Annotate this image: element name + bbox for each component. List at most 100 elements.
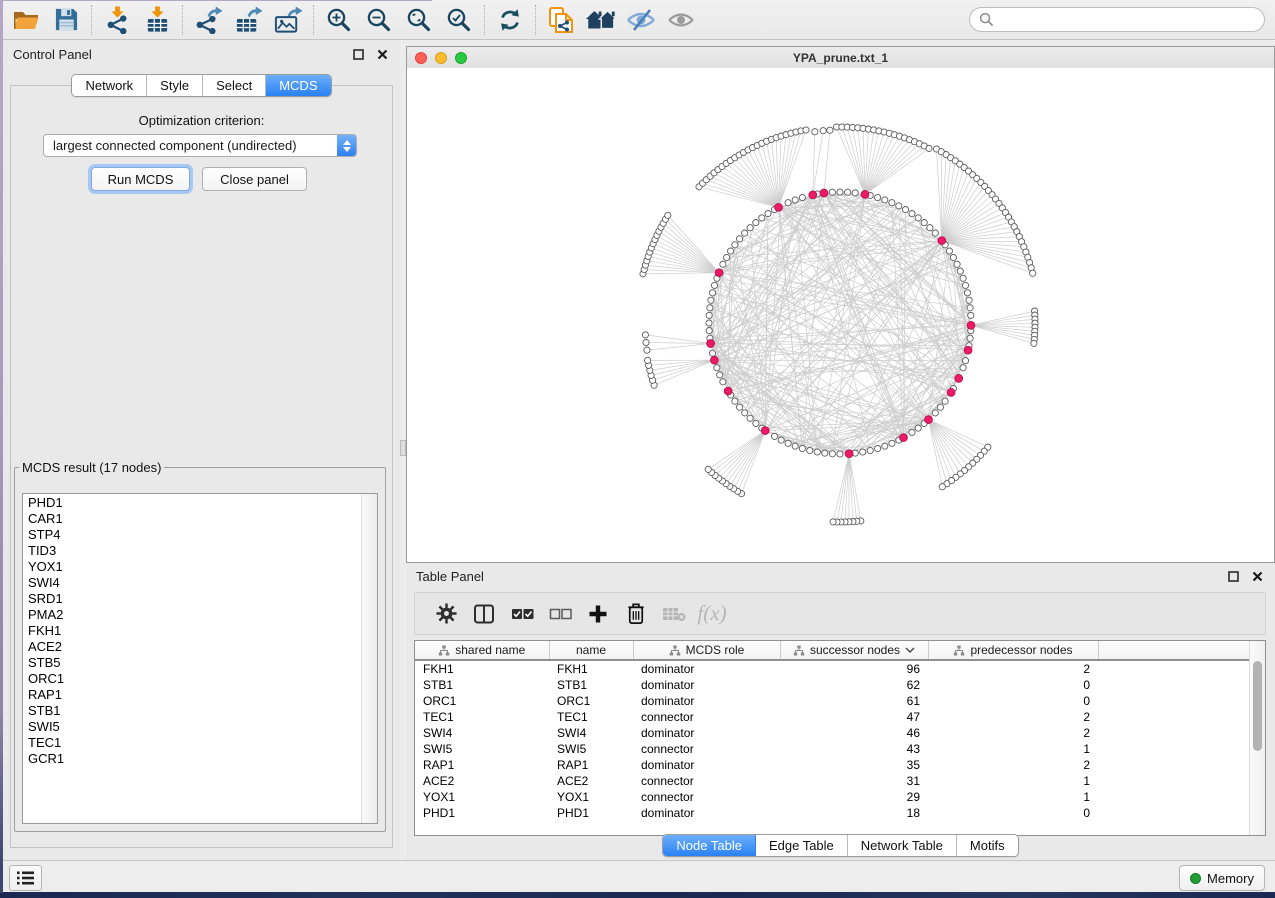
cell[interactable]: 35 — [780, 757, 928, 773]
refresh-button[interactable] — [490, 3, 530, 37]
cell[interactable]: dominator — [633, 805, 780, 821]
table-row[interactable]: ORC1ORC1dominator610 — [415, 693, 1252, 709]
show-all-button[interactable] — [661, 3, 701, 37]
node-table[interactable]: shared namenameMCDS rolesuccessor nodesp… — [414, 640, 1266, 836]
close-panel-button[interactable]: Close panel — [202, 167, 307, 191]
table-row[interactable]: SWI5SWI5connector431 — [415, 741, 1252, 757]
mcds-result-item[interactable]: PMA2 — [23, 607, 361, 623]
cell[interactable]: PHD1 — [415, 805, 549, 821]
mcds-result-item[interactable]: TEC1 — [23, 735, 361, 751]
cell[interactable]: STB1 — [415, 677, 549, 693]
cell[interactable]: FKH1 — [549, 660, 633, 677]
cell[interactable]: 2 — [928, 725, 1098, 741]
tab-motifs[interactable]: Motifs — [957, 835, 1018, 856]
table-row[interactable]: RAP1RAP1dominator352 — [415, 757, 1252, 773]
task-history-button[interactable] — [9, 865, 42, 891]
save-button[interactable] — [46, 3, 86, 37]
mcds-result-item[interactable]: TID3 — [23, 543, 361, 559]
cell[interactable]: 2 — [928, 660, 1098, 677]
network-window-titlebar[interactable]: YPA_prune.txt_1 — [407, 47, 1274, 69]
cell[interactable]: SWI4 — [415, 725, 549, 741]
cell[interactable]: 61 — [780, 693, 928, 709]
search-box[interactable] — [969, 7, 1265, 32]
table-row[interactable]: ACE2ACE2connector311 — [415, 773, 1252, 789]
cell[interactable]: YOX1 — [415, 789, 549, 805]
sort-chevron-icon[interactable] — [905, 647, 915, 653]
add-column-button[interactable] — [579, 596, 617, 632]
table-scrollbar[interactable] — [1249, 641, 1265, 835]
hide-selected-button[interactable] — [621, 3, 661, 37]
zoom-in-button[interactable] — [319, 3, 359, 37]
run-mcds-button[interactable]: Run MCDS — [91, 167, 190, 191]
mcds-result-item[interactable]: FKH1 — [23, 623, 361, 639]
delete-column-button[interactable] — [617, 596, 655, 632]
mcds-result-item[interactable]: STP4 — [23, 527, 361, 543]
tab-network-table[interactable]: Network Table — [848, 835, 957, 856]
cell[interactable]: RAP1 — [415, 757, 549, 773]
cell[interactable]: 1 — [928, 773, 1098, 789]
export-table-button[interactable] — [228, 3, 268, 37]
table-row[interactable]: STB1STB1dominator620 — [415, 677, 1252, 693]
mcds-result-item[interactable]: SWI4 — [23, 575, 361, 591]
cell[interactable]: TEC1 — [549, 709, 633, 725]
cell[interactable]: 31 — [780, 773, 928, 789]
search-input[interactable] — [1000, 9, 1264, 31]
tab-select[interactable]: Select — [203, 75, 266, 96]
cell[interactable]: 0 — [928, 693, 1098, 709]
show-columns-button[interactable] — [465, 596, 503, 632]
column-header-MCDS-role[interactable]: MCDS role — [633, 641, 780, 660]
cell[interactable]: 2 — [928, 709, 1098, 725]
criterion-dropdown[interactable]: largest connected component (undirected) — [43, 134, 357, 157]
cell[interactable]: 62 — [780, 677, 928, 693]
cell[interactable]: dominator — [633, 693, 780, 709]
column-header-predecessor-nodes[interactable]: predecessor nodes — [928, 641, 1098, 660]
cell[interactable]: dominator — [633, 677, 780, 693]
mcds-result-list[interactable]: PHD1CAR1STP4TID3YOX1SWI4SRD1PMA2FKH1ACE2… — [22, 493, 378, 824]
mcds-result-item[interactable]: SWI5 — [23, 719, 361, 735]
cell[interactable]: dominator — [633, 660, 780, 677]
cell[interactable]: STB1 — [549, 677, 633, 693]
mcds-result-item[interactable]: ACE2 — [23, 639, 361, 655]
cell[interactable]: 96 — [780, 660, 928, 677]
network-canvas[interactable] — [407, 68, 1274, 562]
column-header-name[interactable]: name — [549, 641, 633, 660]
cell[interactable]: RAP1 — [549, 757, 633, 773]
cell[interactable]: connector — [633, 773, 780, 789]
cell[interactable]: SWI5 — [549, 741, 633, 757]
open-button[interactable] — [6, 3, 46, 37]
mcds-result-item[interactable]: STB5 — [23, 655, 361, 671]
zoom-fit-button[interactable] — [399, 3, 439, 37]
table-scrollbar-thumb[interactable] — [1253, 661, 1262, 751]
cell[interactable]: 29 — [780, 789, 928, 805]
table-row[interactable]: YOX1YOX1connector291 — [415, 789, 1252, 805]
tab-network[interactable]: Network — [72, 75, 147, 96]
cell[interactable]: 2 — [928, 757, 1098, 773]
result-list-scrollbar[interactable] — [361, 494, 377, 823]
cell[interactable]: ACE2 — [549, 773, 633, 789]
table-row[interactable]: FKH1FKH1dominator962 — [415, 660, 1252, 677]
cell[interactable]: connector — [633, 741, 780, 757]
function-builder-button[interactable]: f(x) — [693, 596, 731, 632]
mcds-result-item[interactable]: SRD1 — [23, 591, 361, 607]
cell[interactable]: ACE2 — [415, 773, 549, 789]
close-table-panel-icon[interactable] — [1249, 568, 1265, 584]
float-table-panel-icon[interactable] — [1225, 568, 1241, 584]
memory-button[interactable]: Memory — [1179, 865, 1265, 891]
tab-edge-table[interactable]: Edge Table — [756, 835, 848, 856]
unselect-all-button[interactable] — [541, 596, 579, 632]
column-header-shared-name[interactable]: shared name — [415, 641, 549, 660]
cell[interactable]: FKH1 — [415, 660, 549, 677]
import-network-button[interactable] — [97, 3, 137, 37]
cell[interactable]: SWI5 — [415, 741, 549, 757]
zoom-out-button[interactable] — [359, 3, 399, 37]
cell[interactable]: connector — [633, 709, 780, 725]
mcds-result-item[interactable]: CAR1 — [23, 511, 361, 527]
cell[interactable]: YOX1 — [549, 789, 633, 805]
table-row[interactable]: PHD1PHD1dominator180 — [415, 805, 1252, 821]
cell[interactable]: 47 — [780, 709, 928, 725]
cell[interactable]: ORC1 — [549, 693, 633, 709]
cell[interactable]: 1 — [928, 789, 1098, 805]
cell[interactable]: dominator — [633, 757, 780, 773]
cell[interactable]: TEC1 — [415, 709, 549, 725]
float-panel-icon[interactable] — [350, 46, 366, 62]
